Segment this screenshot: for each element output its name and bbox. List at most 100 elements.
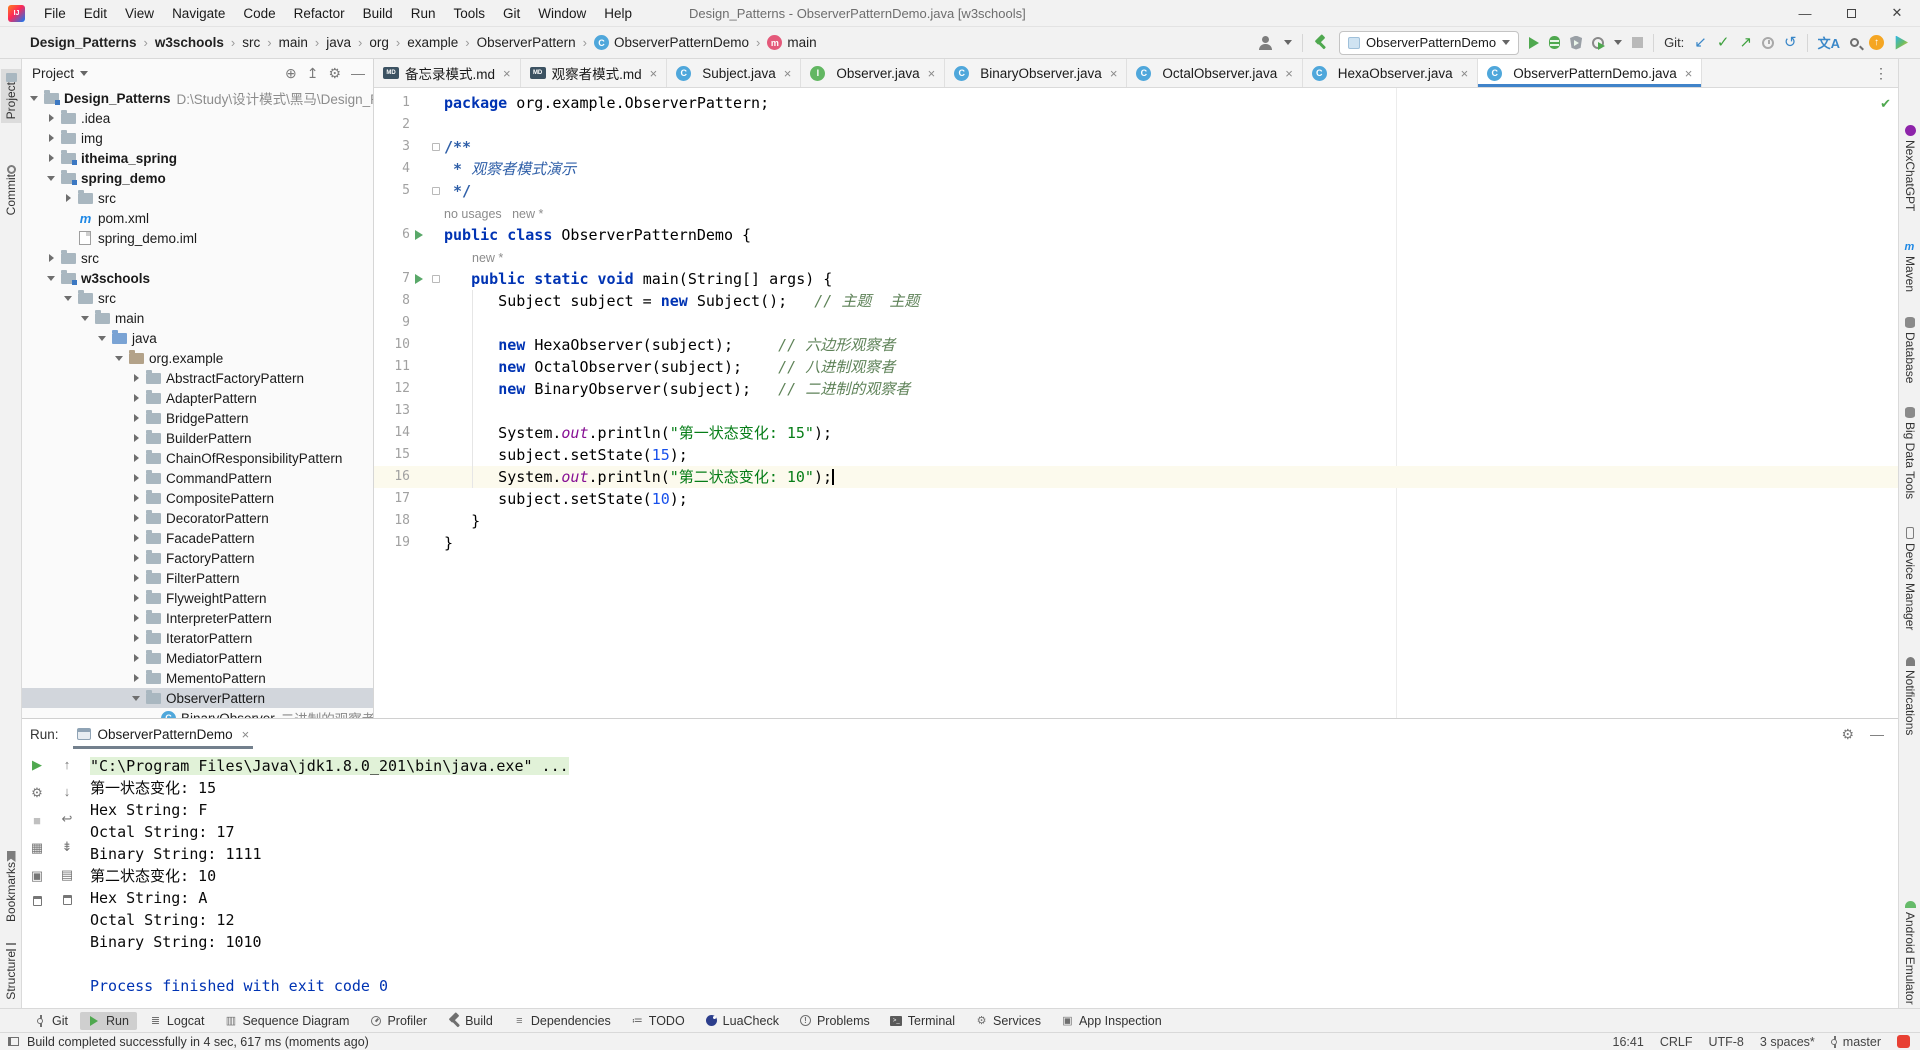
gutter-line-number[interactable]: 19 — [374, 532, 410, 554]
chevron-right-icon[interactable] — [130, 512, 142, 524]
gutter-line-number[interactable] — [374, 202, 410, 224]
tree-row[interactable]: org.example — [22, 348, 373, 368]
menu-tools[interactable]: Tools — [444, 3, 494, 24]
chevron-down-icon[interactable] — [45, 172, 57, 184]
chevron-right-icon[interactable] — [130, 632, 142, 644]
close-icon[interactable]: × — [784, 66, 792, 81]
user-icon[interactable] — [1258, 35, 1274, 50]
chevron-right-icon[interactable] — [130, 552, 142, 564]
git-update-icon[interactable]: ↙ — [1694, 35, 1707, 50]
fold-marker-icon[interactable] — [432, 143, 440, 151]
tool-window-button-luacheck[interactable]: LuaCheck — [697, 1012, 787, 1030]
breadcrumb-item[interactable]: m main — [767, 35, 817, 50]
profiler-button[interactable] — [1592, 36, 1606, 50]
tree-row[interactable]: Design_Patterns D:\Study\设计模式\黑马\Design_P… — [22, 88, 373, 108]
gutter-line-number[interactable]: 16 — [374, 466, 410, 488]
tree-row[interactable]: FilterPattern — [22, 568, 373, 588]
gutter-line-number[interactable]: 11 — [374, 356, 410, 378]
chevron-down-icon[interactable] — [1284, 40, 1292, 45]
gutter-line-number[interactable]: 6 — [374, 224, 410, 246]
fold-marker-icon[interactable] — [432, 275, 440, 283]
menu-build[interactable]: Build — [354, 3, 402, 24]
tree-row[interactable]: itheima_spring — [22, 148, 373, 168]
translate-icon[interactable]: 文A — [1818, 33, 1840, 52]
chevron-right-icon[interactable] — [62, 192, 74, 204]
code-line[interactable]: 18 } — [374, 510, 1898, 532]
tool-window-button-git[interactable]: Git — [26, 1012, 76, 1030]
chevron-down-icon[interactable] — [113, 352, 125, 364]
close-icon[interactable]: × — [503, 66, 511, 81]
chevron-down-icon[interactable] — [79, 312, 91, 324]
code-line[interactable]: 12 new BinaryObserver(subject); // 二进制的观… — [374, 378, 1898, 400]
chevron-right-icon[interactable] — [130, 672, 142, 684]
code-line[interactable]: 13 — [374, 400, 1898, 422]
tool-window-button-services[interactable]: ⚙ Services — [967, 1012, 1049, 1030]
tree-row[interactable]: BuilderPattern — [22, 428, 373, 448]
code-line[interactable]: 3 /** — [374, 136, 1898, 158]
code-line[interactable]: 19} — [374, 532, 1898, 554]
tree-row[interactable]: src — [22, 288, 373, 308]
stop-button[interactable] — [1632, 37, 1644, 48]
gutter-line-number[interactable] — [374, 246, 410, 268]
down-stack-trace-icon[interactable]: ↓ — [64, 784, 71, 799]
code-line[interactable]: 1 package org.example.ObserverPattern; — [374, 92, 1898, 114]
close-icon[interactable]: × — [1461, 66, 1469, 81]
status-widget-3spaces[interactable]: 3 spaces* — [1760, 1035, 1815, 1049]
stripe-button-maven[interactable]: m Maven — [1900, 241, 1920, 292]
translate-plugin-icon[interactable] — [1897, 1035, 1910, 1048]
stripe-button-database[interactable]: Database — [1900, 317, 1920, 383]
maximize-button[interactable] — [1828, 0, 1874, 26]
tool-window-button-dependencies[interactable]: ≡ Dependencies — [505, 1012, 619, 1030]
tool-window-button-build[interactable]: Build — [439, 1012, 501, 1030]
chevron-down-icon[interactable] — [1614, 40, 1623, 45]
chevron-down-icon[interactable] — [96, 332, 108, 344]
close-icon[interactable]: × — [1110, 66, 1118, 81]
editor-tab[interactable]: C BinaryObserver.java × — [945, 59, 1128, 87]
tree-row[interactable]: AdapterPattern — [22, 388, 373, 408]
gutter-line-number[interactable]: 17 — [374, 488, 410, 510]
tree-row[interactable]: C BinaryObserver 二进制的观察者 — [22, 708, 373, 718]
code-line[interactable]: 4 * 观察者模式演示 — [374, 158, 1898, 180]
tree-row[interactable]: img — [22, 128, 373, 148]
tree-row[interactable]: MementoPattern — [22, 668, 373, 688]
chevron-right-icon[interactable] — [130, 572, 142, 584]
breadcrumb-item[interactable]: ObserverPattern — [477, 35, 576, 50]
stripe-button-bookmarks[interactable]: Bookmarks — [1, 847, 21, 926]
gutter-line-number[interactable]: 5 — [374, 180, 410, 202]
breadcrumb-item[interactable]: java — [326, 35, 351, 50]
tree-row[interactable]: java — [22, 328, 373, 348]
minimize-button[interactable]: — — [1782, 0, 1828, 26]
menu-git[interactable]: Git — [494, 3, 529, 24]
menu-navigate[interactable]: Navigate — [163, 3, 234, 24]
stripe-button-structure[interactable]: Structure — [1, 939, 21, 1004]
tree-row[interactable]: spring_demo.iml — [22, 228, 373, 248]
tree-row[interactable]: FacadePattern — [22, 528, 373, 548]
stripe-button-nexchatgpt[interactable]: NexChatGPT — [1900, 125, 1920, 211]
run-button[interactable] — [1529, 36, 1540, 49]
hide-panel-icon[interactable]: — — [351, 65, 365, 82]
code-line[interactable]: 5 */ — [374, 180, 1898, 202]
breadcrumb-item[interactable]: main — [279, 35, 308, 50]
menu-refactor[interactable]: Refactor — [285, 3, 354, 24]
stripe-button-big-data-tools[interactable]: Big Data Tools — [1900, 407, 1920, 499]
tool-window-button-run[interactable]: Run — [79, 1011, 137, 1030]
gutter-line-number[interactable]: 18 — [374, 510, 410, 532]
tree-row[interactable]: CompositePattern — [22, 488, 373, 508]
close-icon[interactable]: × — [1285, 66, 1293, 81]
tree-row[interactable]: m pom.xml — [22, 208, 373, 228]
code-line[interactable]: 6 public class ObserverPatternDemo { — [374, 224, 1898, 246]
gutter-line-number[interactable]: 10 — [374, 334, 410, 356]
code-line[interactable]: new * — [374, 246, 1898, 268]
gutter-line-number[interactable]: 12 — [374, 378, 410, 400]
tree-row[interactable]: MediatorPattern — [22, 648, 373, 668]
chevron-right-icon[interactable] — [130, 612, 142, 624]
menu-help[interactable]: Help — [595, 3, 641, 24]
tool-window-button-profiler[interactable]: Profiler — [361, 1012, 435, 1030]
tree-row[interactable]: ChainOfResponsibilityPattern — [22, 448, 373, 468]
code-line[interactable]: 16 System.out.println("第二状态变化: 10"); — [374, 466, 1898, 488]
tool-window-button-sequence-diagram[interactable]: ▥ Sequence Diagram — [216, 1012, 357, 1030]
chevron-right-icon[interactable] — [130, 412, 142, 424]
gear-icon[interactable]: ⚙ — [328, 65, 341, 82]
project-panel-title[interactable]: Project — [32, 66, 74, 81]
fold-marker-icon[interactable] — [432, 187, 440, 195]
